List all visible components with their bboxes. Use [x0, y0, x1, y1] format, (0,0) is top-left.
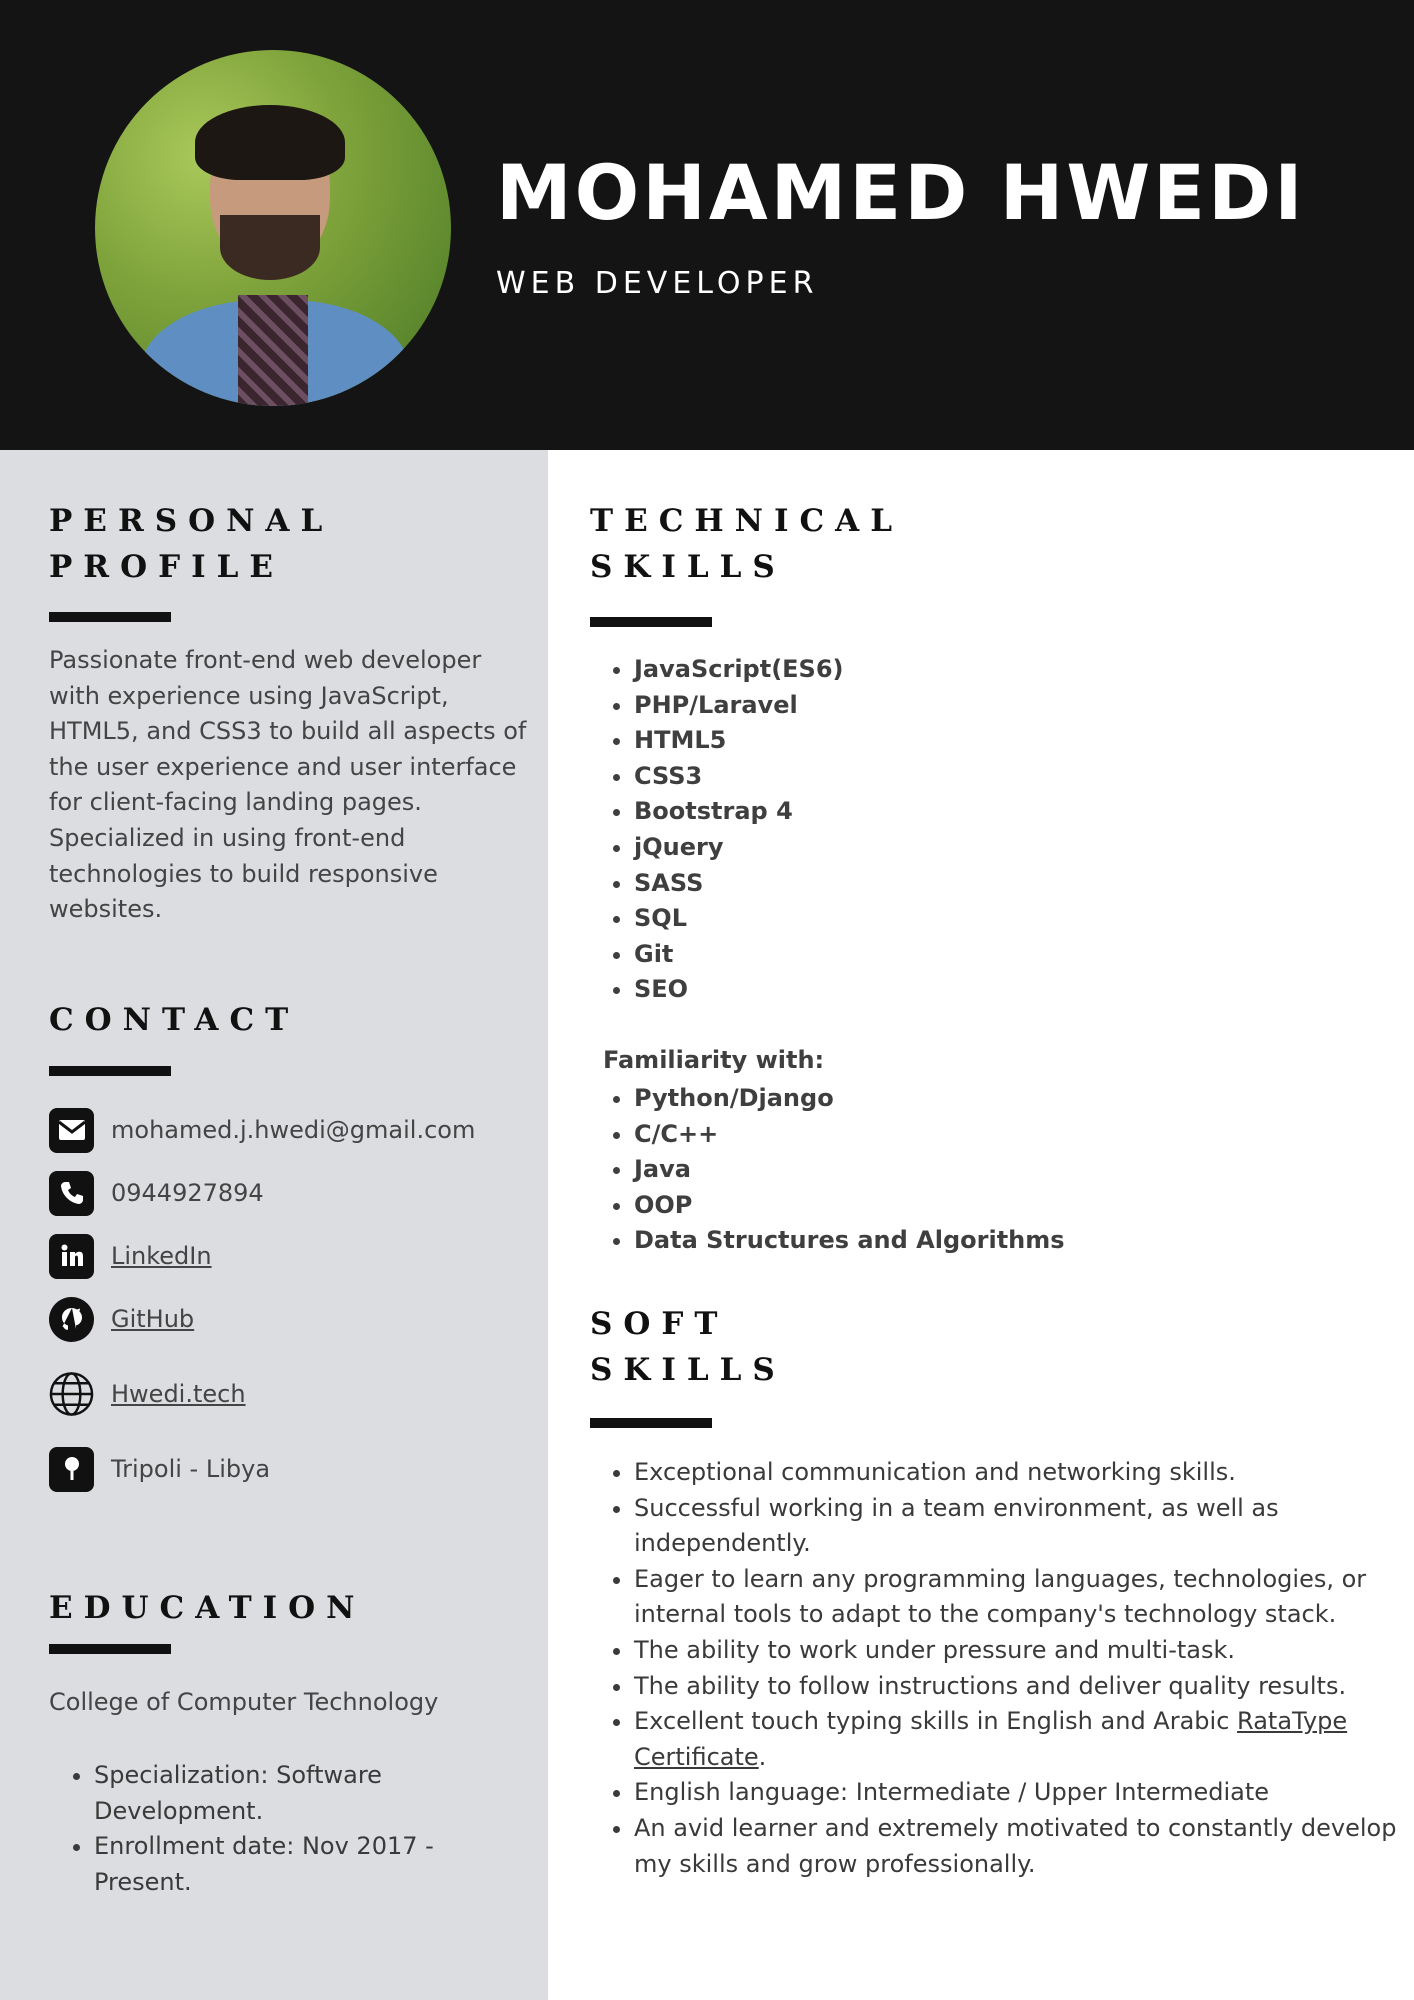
list-item: jQuery — [634, 830, 1414, 866]
list-item: HTML5 — [634, 723, 1414, 759]
photo-shirt — [238, 295, 308, 406]
contact-website[interactable]: Hwedi.tech — [49, 1371, 246, 1417]
soft-skills-heading: SOFT SKILLS — [590, 1306, 786, 1388]
phone-icon — [49, 1170, 94, 1216]
list-item: Git — [634, 937, 1414, 973]
list-item: Eager to learn any programming languages… — [634, 1562, 1414, 1633]
location-pin-icon — [49, 1446, 94, 1492]
education-institution: College of Computer Technology — [49, 1688, 439, 1716]
list-item: JavaScript(ES6) — [634, 652, 1414, 688]
list-item: English language: Intermediate / Upper I… — [634, 1775, 1414, 1811]
list-item: SQL — [634, 901, 1414, 937]
list-item: SASS — [634, 866, 1414, 902]
linkedin-link[interactable]: LinkedIn — [111, 1242, 212, 1270]
globe-icon — [49, 1372, 94, 1417]
photo-beard — [220, 215, 320, 280]
github-icon — [49, 1296, 94, 1342]
person-name: MOHAMED HWEDI — [496, 148, 1306, 237]
education-details: Specialization: Software Development. En… — [50, 1758, 539, 1900]
profile-heading: PERSONAL PROFILE — [49, 503, 334, 585]
list-item: An avid learner and extremely motivated … — [634, 1811, 1414, 1882]
list-item: SEO — [634, 972, 1414, 1008]
location-text: Tripoli - Libya — [111, 1455, 271, 1483]
list-item: Exceptional communication and networking… — [634, 1455, 1414, 1491]
contact-location: Tripoli - Libya — [49, 1446, 270, 1492]
contact-divider — [49, 1066, 171, 1076]
list-item: C/C++ — [634, 1117, 1414, 1153]
list-item: PHP/Laravel — [634, 688, 1414, 724]
list-item: OOP — [634, 1188, 1414, 1224]
job-title: WEB DEVELOPER — [496, 266, 819, 301]
list-item: Python/Django — [634, 1081, 1414, 1117]
list-item: Data Structures and Algorithms — [634, 1223, 1414, 1259]
technical-skills-list: JavaScript(ES6) PHP/Laravel HTML5 CSS3 B… — [590, 652, 1414, 1008]
github-link[interactable]: GitHub — [111, 1305, 194, 1333]
list-item: CSS3 — [634, 759, 1414, 795]
email-icon — [49, 1107, 94, 1153]
header-banner: MOHAMED HWEDI WEB DEVELOPER — [0, 0, 1414, 450]
list-item: Enrollment date: Nov 2017 - Present. — [94, 1829, 539, 1900]
technical-skills-heading: TECHNICAL SKILLS — [590, 503, 904, 585]
familiarity-label: Familiarity with: — [603, 1046, 825, 1074]
list-item: Specialization: Software Development. — [94, 1758, 539, 1829]
familiarity-list: Python/Django C/C++ Java OOP Data Struct… — [590, 1081, 1414, 1259]
list-item: The ability to work under pressure and m… — [634, 1633, 1414, 1669]
phone-text: 0944927894 — [111, 1179, 264, 1207]
typing-period: . — [758, 1742, 767, 1771]
profile-photo — [95, 50, 451, 406]
list-item: Java — [634, 1152, 1414, 1188]
education-heading: EDUCATION — [49, 1590, 366, 1626]
soft-skills-list: Exceptional communication and networking… — [590, 1455, 1414, 1882]
contact-email[interactable]: mohamed.j.hwedi@gmail.com — [49, 1107, 475, 1153]
technical-skills-divider — [590, 617, 712, 627]
list-item: Bootstrap 4 — [634, 794, 1414, 830]
contact-phone[interactable]: 0944927894 — [49, 1170, 264, 1216]
linkedin-icon — [49, 1233, 94, 1279]
website-link[interactable]: Hwedi.tech — [111, 1380, 246, 1408]
education-divider — [49, 1644, 171, 1654]
list-item: The ability to follow instructions and d… — [634, 1669, 1414, 1705]
contact-heading: CONTACT — [49, 1002, 300, 1038]
contact-github[interactable]: GitHub — [49, 1296, 194, 1342]
soft-skills-divider — [590, 1418, 712, 1428]
list-item-typing: Excellent touch typing skills in English… — [634, 1704, 1414, 1775]
typing-skill-text: Excellent touch typing skills in English… — [634, 1707, 1230, 1736]
contact-linkedin[interactable]: LinkedIn — [49, 1233, 212, 1279]
email-text: mohamed.j.hwedi@gmail.com — [111, 1116, 476, 1144]
list-item: Successful working in a team environment… — [634, 1491, 1414, 1562]
profile-text: Passionate front-end web developer with … — [49, 646, 527, 924]
profile-divider — [49, 612, 171, 622]
photo-hair — [195, 105, 345, 180]
